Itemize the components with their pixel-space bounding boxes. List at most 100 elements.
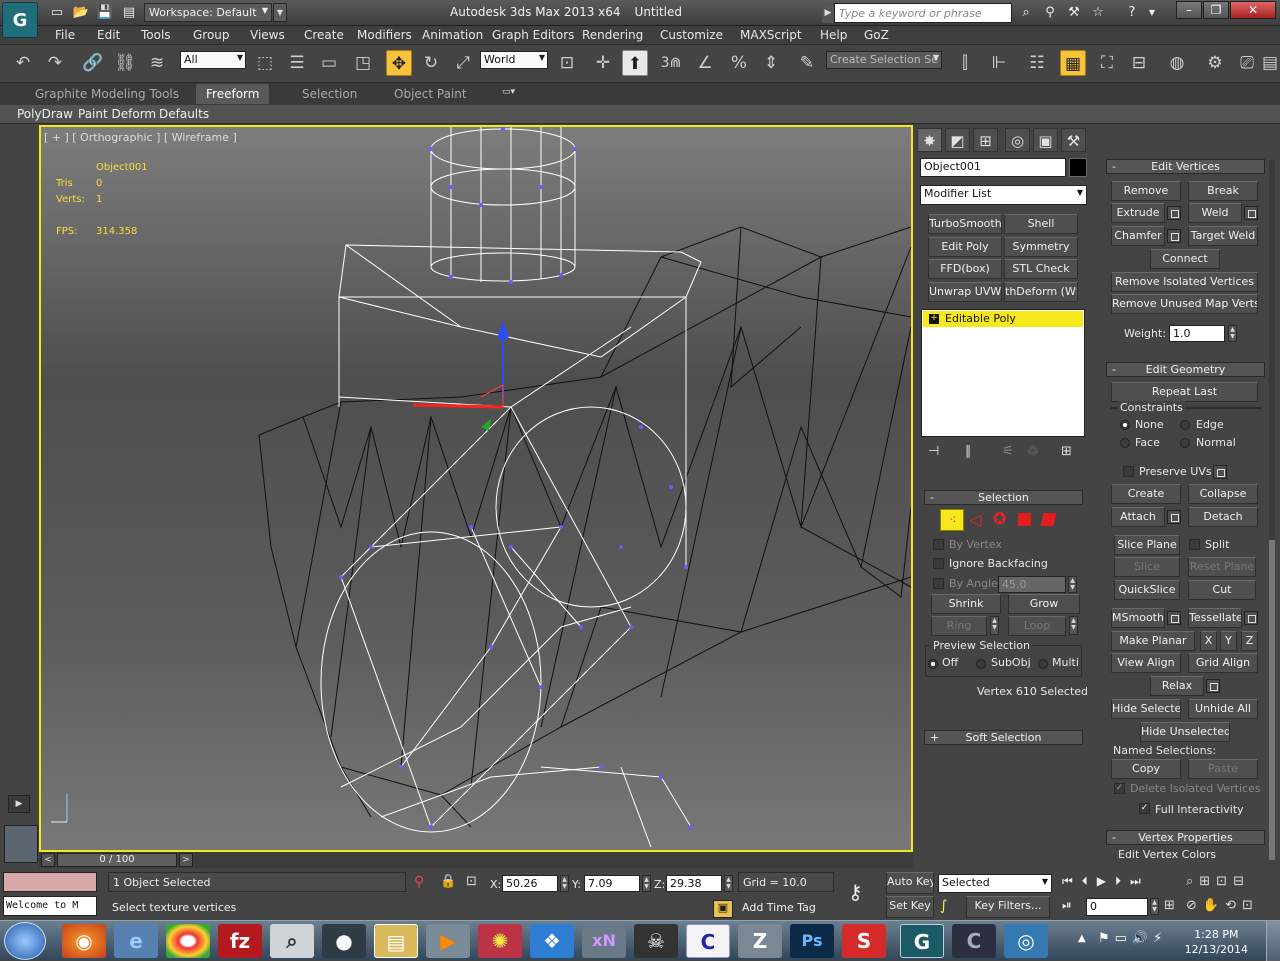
help-dropdown-icon[interactable]: ▼	[1141, 3, 1163, 23]
pathdeform-button[interactable]: thDeform (WSI	[1004, 282, 1078, 302]
render-production-icon[interactable]: ▤	[1262, 50, 1278, 76]
align-icon[interactable]: ⊩	[986, 50, 1012, 76]
selection-lock-icon[interactable]: 🔒	[440, 874, 456, 889]
ignore-backfacing-checkbox[interactable]	[933, 558, 944, 569]
cut-button[interactable]: Cut	[1188, 580, 1256, 600]
relax-settings-icon[interactable]	[1206, 679, 1220, 693]
time-slider-prev-icon[interactable]: <	[41, 853, 55, 867]
select-and-rotate-icon[interactable]: ↻	[418, 50, 444, 76]
communication-icon[interactable]: ⚒	[1063, 3, 1085, 23]
turbosmooth-button[interactable]: TurboSmooth	[928, 214, 1002, 234]
ring-spinner[interactable]: ▲ ▼	[990, 616, 999, 635]
time-tag-icon[interactable]: ▣	[713, 900, 733, 918]
graphite-toggle-icon[interactable]: ▦	[1060, 50, 1086, 76]
angle-snap-icon[interactable]: ∠	[692, 50, 718, 76]
collapse-button[interactable]: Collapse	[1188, 484, 1258, 504]
slice-button[interactable]: Slice	[1114, 557, 1180, 577]
attach-button[interactable]: Attach	[1111, 507, 1165, 527]
select-and-manipulate-icon[interactable]: ✛	[590, 50, 616, 76]
delete-isolated-vertices-checkbox[interactable]: ✓	[1114, 783, 1125, 794]
break-button[interactable]: Break	[1188, 181, 1258, 201]
reference-coordinate-dropdown[interactable]: World ▼	[480, 51, 548, 69]
by-angle-checkbox[interactable]	[933, 578, 944, 589]
vertex-properties-rollout-header[interactable]: - Vertex Properties	[1106, 830, 1265, 845]
ffd-box-button[interactable]: FFD(box)	[928, 259, 1002, 279]
view-align-button[interactable]: View Align	[1111, 653, 1181, 673]
tray-expand-icon[interactable]: ▲	[1078, 933, 1086, 944]
hide-unselected-button[interactable]: Hide Unselected	[1140, 722, 1230, 742]
menu-customize[interactable]: Customize	[660, 28, 723, 42]
remove-button[interactable]: Remove	[1111, 181, 1181, 201]
pinwheel-icon[interactable]: ✺	[478, 924, 522, 958]
current-frame-field[interactable]: 0	[1086, 898, 1148, 916]
x-spinner[interactable]: ▲ ▼	[560, 875, 569, 892]
absolute-mode-icon[interactable]: ⊡	[466, 874, 477, 889]
panel-polydraw[interactable]: PolyDraw	[17, 107, 73, 121]
mirror-icon[interactable]: ⫿	[952, 50, 978, 76]
menu-help[interactable]: Help	[820, 28, 847, 42]
rectangular-selection-icon[interactable]: ▭	[316, 50, 342, 76]
make-unique-icon[interactable]: ⚟	[1002, 444, 1014, 459]
project-folder-icon[interactable]: ▤	[120, 4, 138, 22]
workspace-dropdown[interactable]: Workspace: Default ▼	[144, 3, 272, 22]
key-mode-toggle-icon[interactable]: ⏯	[1062, 898, 1072, 913]
slice-plane-button[interactable]: Slice Plane	[1114, 535, 1180, 555]
viewport[interactable]	[39, 125, 913, 852]
set-key-button[interactable]: Set Key	[886, 896, 934, 918]
constraint-face-radio[interactable]	[1120, 438, 1130, 448]
dropbox-icon[interactable]: ❖	[530, 924, 574, 958]
menu-group[interactable]: Group	[193, 28, 230, 42]
remove-isolated-vertices-button[interactable]: Remove Isolated Vertices	[1111, 272, 1258, 292]
menu-animation[interactable]: Animation	[422, 28, 483, 42]
playback-controls[interactable]: ⏮⏴▶⏵⏭	[1062, 874, 1150, 889]
dark-app-icon[interactable]: ●	[322, 924, 366, 958]
help-icon[interactable]: ?	[1121, 3, 1143, 23]
cinema-app-icon[interactable]: C	[686, 924, 730, 958]
open-file-icon[interactable]: 📂	[72, 4, 90, 22]
y-coordinate-field[interactable]: 7.09	[584, 875, 640, 892]
snaps-toggle-icon[interactable]: 3⋒	[658, 50, 684, 76]
unhide-all-button[interactable]: Unhide All	[1188, 699, 1258, 719]
select-and-move-icon[interactable]: ✥	[386, 50, 412, 76]
window-crossing-icon[interactable]: ◳	[350, 50, 376, 76]
undo-icon[interactable]: ↶	[10, 50, 36, 76]
grid-align-button[interactable]: Grid Align	[1188, 653, 1258, 673]
new-scene-icon[interactable]: ▭	[48, 4, 66, 22]
display-tab-icon[interactable]: ▣	[1033, 128, 1058, 152]
percent-snap-icon[interactable]: %	[726, 50, 752, 76]
weight-spinner[interactable]: ▲ ▼	[1228, 325, 1237, 342]
constraint-edge-radio[interactable]	[1180, 420, 1190, 430]
remove-modifier-icon[interactable]: ♲	[1027, 444, 1039, 459]
key-filters-button[interactable]: Key Filters...	[966, 896, 1050, 918]
modifier-stack[interactable]: + Editable Poly	[921, 309, 1085, 437]
weight-field[interactable]: 1.0	[1169, 325, 1225, 342]
tab-selection[interactable]: Selection	[302, 87, 357, 101]
msmooth-settings-icon[interactable]	[1167, 611, 1181, 625]
selection-filter-dropdown[interactable]: All ▼	[180, 51, 246, 69]
object-name-field[interactable]: Object001	[920, 158, 1066, 177]
relax-button[interactable]: Relax	[1150, 676, 1204, 696]
set-key-icon[interactable]: ⚷	[848, 880, 863, 904]
loop-spinner[interactable]: ▲ ▼	[1069, 616, 1078, 635]
remove-unused-map-verts-button[interactable]: Remove Unused Map Verts	[1111, 294, 1258, 314]
system-tray-icons[interactable]: ⚑▭🔊⚡	[1098, 931, 1167, 946]
unwrap-uvw-button[interactable]: Unwrap UVW	[928, 282, 1002, 302]
modifier-list-dropdown[interactable]: Modifier List ▼	[920, 185, 1087, 205]
weld-settings-icon[interactable]	[1244, 206, 1258, 220]
zbrush-icon[interactable]: Z	[738, 924, 782, 958]
show-end-result-icon[interactable]: ∥	[965, 444, 972, 459]
menu-file[interactable]: File	[55, 28, 75, 42]
object-color-swatch[interactable]	[1069, 158, 1087, 177]
preview-off-radio[interactable]	[928, 659, 938, 669]
select-and-scale-icon[interactable]: ⤢	[450, 50, 476, 76]
grow-button[interactable]: Grow	[1008, 594, 1080, 614]
menu-graph-editors[interactable]: Graph Editors	[492, 28, 574, 42]
viewport-label[interactable]: [ + ] [ Orthographic ] [ Wireframe ]	[44, 131, 237, 144]
auto-key-button[interactable]: Auto Key	[886, 872, 934, 894]
3dsmax-icon[interactable]: G	[900, 924, 944, 958]
close-button[interactable]: ✕	[1230, 1, 1276, 19]
make-planar-y-button[interactable]: Y	[1220, 631, 1237, 651]
menu-modifiers[interactable]: Modifiers	[357, 28, 412, 42]
preview-subobj-radio[interactable]	[976, 659, 986, 669]
copy-button[interactable]: Copy	[1111, 759, 1181, 779]
